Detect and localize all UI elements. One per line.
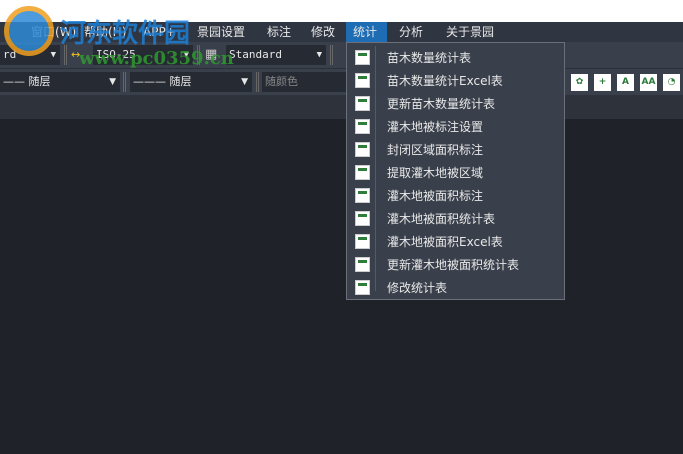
edit-table-icon [355,280,370,295]
text-refresh-icon[interactable]: A [617,74,634,91]
menu-help[interactable]: 帮助(H) [77,22,133,42]
menu-item-shrub-area-table[interactable]: 灌木地被面积统计表 [347,207,564,230]
menu-item-update-seedling-table[interactable]: 更新苗木数量统计表 [347,92,564,115]
menu-window[interactable]: 窗口(W) [24,22,83,42]
plant-add-icon[interactable]: + [594,74,611,91]
color-combo[interactable]: 随颜色 [262,72,346,92]
clock-icon[interactable]: ◔ [663,74,680,91]
menu-item-seedling-count-excel[interactable]: 苗木数量统计Excel表 [347,69,564,92]
menu-modify[interactable]: 修改 [304,22,342,42]
menu-about[interactable]: 关于景园 [439,22,501,42]
table-style-combo[interactable]: Standard ▼ [226,45,326,65]
dimension-style-icon: ↔ [71,48,81,61]
text-resize-icon[interactable]: AA [640,74,657,91]
menu-item-shrub-area-excel[interactable]: 灌木地被面积Excel表 [347,230,564,253]
refresh-table-icon [355,257,370,272]
menu-item-extract-shrub-area[interactable]: 提取灌木地被区域 [347,161,564,184]
menu-app[interactable]: APP+ [136,22,183,42]
refresh-table-icon [355,96,370,111]
label-settings-icon [355,119,370,134]
area-label-icon [355,142,370,157]
excel-table-icon [355,234,370,249]
separator [123,72,126,92]
menu-annotate[interactable]: 标注 [260,22,298,42]
title-area [0,0,683,22]
lineweight-combo[interactable]: ——— 随层 ▼ [130,72,252,92]
separator [64,45,67,65]
toolbar-icons: ✿ + A AA ◔ [571,74,680,91]
plant-select-icon[interactable]: ✿ [571,74,588,91]
toolbar-properties: —— 随层 ▼ ——— 随层 ▼ 随颜色 ✿ + A AA ◔ [0,68,683,95]
shrub-area-icon [355,188,370,203]
table-icon [355,211,370,226]
toolbar-styles: rd ▼ ↔ ISO-25 ▼ ▦ Standard ▼ [0,42,683,68]
separator [197,45,200,65]
excel-table-icon [355,73,370,88]
menu-statistics[interactable]: 统计 [346,22,387,42]
tab-strip [0,95,683,119]
separator [330,45,333,65]
menu-item-shrub-label-settings[interactable]: 灌木地被标注设置 [347,115,564,138]
menu-item-closed-area-label[interactable]: 封闭区域面积标注 [347,138,564,161]
menu-item-update-shrub-area-table[interactable]: 更新灌木地被面积统计表 [347,253,564,276]
statistics-dropdown-menu: 苗木数量统计表 苗木数量统计Excel表 更新苗木数量统计表 灌木地被标注设置 … [346,42,565,300]
menu-analysis[interactable]: 分析 [392,22,430,42]
table-style-icon: ▦ [205,47,218,62]
text-style-combo[interactable]: rd ▼ [0,45,60,65]
separator [256,72,259,92]
menu-item-seedling-count-table[interactable]: 苗木数量统计表 [347,46,564,69]
extract-area-icon [355,165,370,180]
linetype-combo[interactable]: —— 随层 ▼ [0,72,120,92]
menu-item-modify-table[interactable]: 修改统计表 [347,276,564,299]
menu-item-shrub-area-label[interactable]: 灌木地被面积标注 [347,184,564,207]
dim-style-combo[interactable]: ISO-25 ▼ [93,45,193,65]
table-icon [355,50,370,65]
menu-landscape-settings[interactable]: 景园设置 [190,22,252,42]
menu-bar: 窗口(W) 帮助(H) APP+ 景园设置 标注 修改 统计 分析 关于景园 [0,22,683,42]
